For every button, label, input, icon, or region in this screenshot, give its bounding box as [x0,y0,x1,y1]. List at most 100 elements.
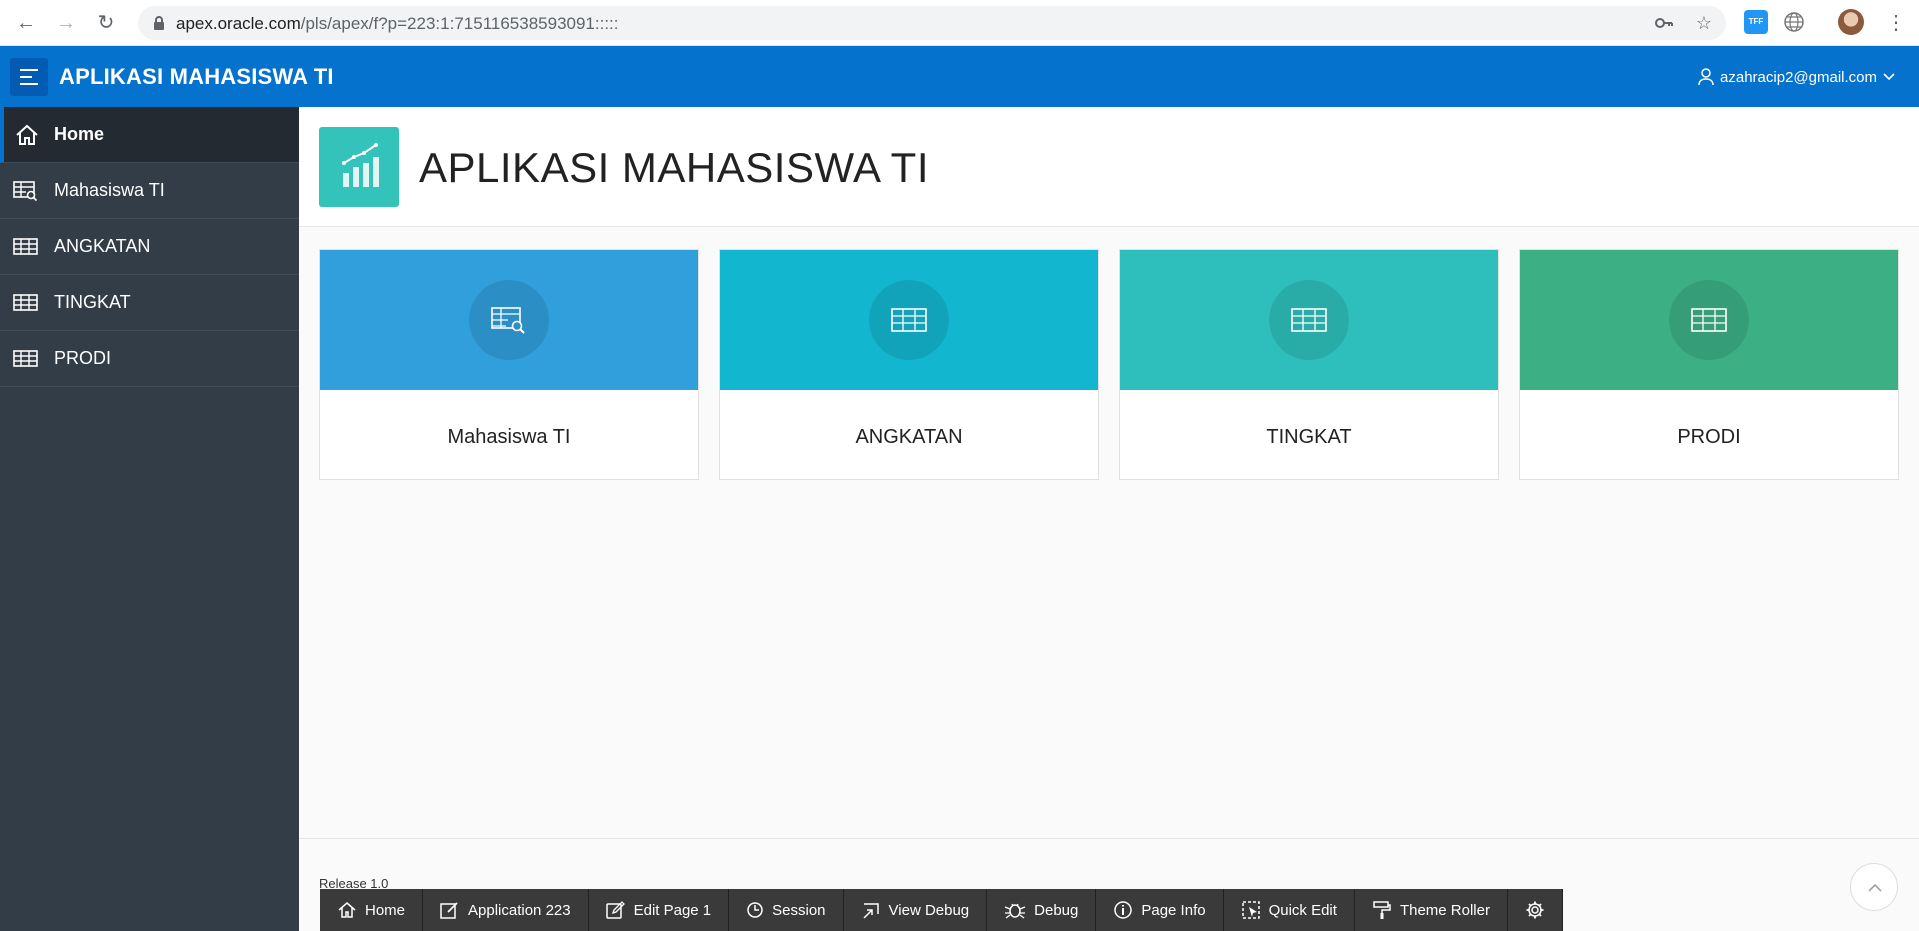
card-title: TINGKAT [1266,426,1352,448]
url-text[interactable]: apex.oracle.com/pls/apex/f?p=223:1:71511… [176,14,619,34]
dev-session-button[interactable]: Session [729,889,844,931]
user-icon [1698,68,1714,86]
reload-icon[interactable]: ↻ [94,11,118,35]
hamburger-line [20,83,38,85]
dev-quick-edit-label: Quick Edit [1268,901,1337,919]
card-header [1520,250,1898,390]
table-icon [13,350,38,367]
chart-icon [342,143,379,187]
card-icon-circle [869,280,949,360]
dev-home-label: Home [365,901,406,919]
card-icon-circle [1269,280,1349,360]
dev-edit-page-button[interactable]: Edit Page 1 [589,889,730,931]
home-icon [338,902,356,918]
developer-toolbar: Home Application 223 Edit Page 1 Session… [320,889,1563,931]
gear-icon [1526,901,1544,919]
sidebar-item-label: PRODI [54,348,112,368]
quick-edit-icon [1241,901,1260,919]
dev-theme-roller-label: Theme Roller [1399,901,1490,919]
table-icon [1291,308,1327,332]
table-icon [13,238,38,255]
main-content: APLIKASI MAHASISWA TI Mahasiswa TI ANGKA… [299,107,1919,931]
card-list: Mahasiswa TI ANGKATAN TINGKAT PRODI [319,249,1899,480]
card-icon-circle [469,280,549,360]
card-angkatan[interactable]: ANGKATAN [719,249,1099,480]
dev-application-button[interactable]: Application 223 [423,889,589,931]
url-path: /pls/apex/f?p=223:1:715116538593091::::: [300,14,619,33]
sidebar-item-label: Mahasiswa TI [54,180,165,200]
hamburger-line [20,69,38,71]
home-icon [16,124,38,145]
dev-debug-button[interactable]: Debug [987,889,1097,931]
star-icon[interactable]: ☆ [1694,13,1714,33]
back-arrow-icon[interactable]: ← [14,11,38,35]
card-title: Mahasiswa TI [447,426,571,448]
table-icon [13,294,38,311]
card-header [1120,250,1498,390]
dev-edit-page-label: Edit Page 1 [633,901,712,919]
page-title: APLIKASI MAHASISWA TI [419,144,929,191]
forward-arrow-icon[interactable]: → [54,11,78,35]
app-title[interactable]: APLIKASI MAHASISWA TI [59,64,334,90]
table-icon [1691,308,1727,332]
hero-region: APLIKASI MAHASISWA TI [299,107,1919,227]
sidebar-item-mahasiswa-ti[interactable]: Mahasiswa TI [0,163,299,219]
sidebar-item-angkatan[interactable]: ANGKATAN [0,219,299,275]
paint-roller-icon [1373,901,1391,919]
dev-settings-button[interactable] [1508,889,1563,931]
user-menu[interactable]: azahracip2@gmail.com [1698,68,1895,86]
card-prodi[interactable]: PRODI [1519,249,1899,480]
url-host: apex.oracle.com [176,14,301,33]
nav-toggle-button[interactable] [10,58,48,96]
chevron-up-icon [1868,883,1882,892]
chevron-down-icon [1883,73,1895,81]
card-tingkat[interactable]: TINGKAT [1119,249,1499,480]
sidebar-item-label: Home [54,124,105,144]
globe-extension-icon[interactable] [1782,10,1806,34]
view-debug-icon [863,903,879,919]
card-icon-circle [1669,280,1749,360]
dev-theme-roller-button[interactable]: Theme Roller [1355,889,1508,931]
dev-page-info-button[interactable]: Page Info [1096,889,1224,931]
dev-home-button[interactable]: Home [320,889,424,931]
footer-divider [299,838,1919,839]
dev-session-label: Session [772,901,826,919]
back-to-top-button[interactable] [1850,863,1898,911]
key-icon[interactable] [1654,13,1674,33]
hero-icon-box [319,127,399,207]
table-icon [891,308,927,332]
sidebar-item-home[interactable]: Home [0,107,299,163]
info-icon [1114,901,1133,919]
dev-debug-label: Debug [1034,901,1079,919]
lock-icon [154,16,164,30]
table-search-icon [13,181,38,202]
sidebar-item-label: TINGKAT [54,292,131,312]
extension-tff-icon[interactable]: TFF [1744,10,1768,34]
edit-application-icon [440,902,458,919]
dev-view-debug-label: View Debug [888,901,970,919]
chrome-menu-icon[interactable]: ⋮ [1886,10,1906,35]
dev-application-label: Application 223 [468,901,571,919]
dev-page-info-label: Page Info [1141,901,1206,919]
card-header [320,250,698,390]
sidebar-item-label: ANGKATAN [54,236,151,256]
profile-avatar[interactable] [1838,9,1864,35]
bug-icon [1004,903,1026,919]
card-title: PRODI [1677,426,1741,448]
sidebar-item-tingkat[interactable]: TINGKAT [0,275,299,331]
card-header [720,250,1098,390]
dev-view-debug-button[interactable]: View Debug [844,889,988,931]
sidebar: Home Mahasiswa TI ANGKATAN TINGKAT PRODI [0,107,299,931]
card-mahasiswa-ti[interactable]: Mahasiswa TI [319,249,699,480]
browser-toolbar: ← → ↻ apex.oracle.com/pls/apex/f?p=223:1… [0,0,1919,46]
user-email: azahracip2@gmail.com [1720,68,1877,86]
table-search-icon [491,307,525,334]
clock-icon [747,902,763,918]
dev-quick-edit-button[interactable]: Quick Edit [1224,889,1355,931]
card-title: ANGKATAN [855,426,963,448]
sidebar-item-prodi[interactable]: PRODI [0,331,299,387]
app-header: APLIKASI MAHASISWA TI azahracip2@gmail.c… [0,46,1919,107]
address-bar[interactable]: apex.oracle.com/pls/apex/f?p=223:1:71511… [138,6,1726,40]
hamburger-line [20,76,32,78]
edit-icon [605,901,625,919]
